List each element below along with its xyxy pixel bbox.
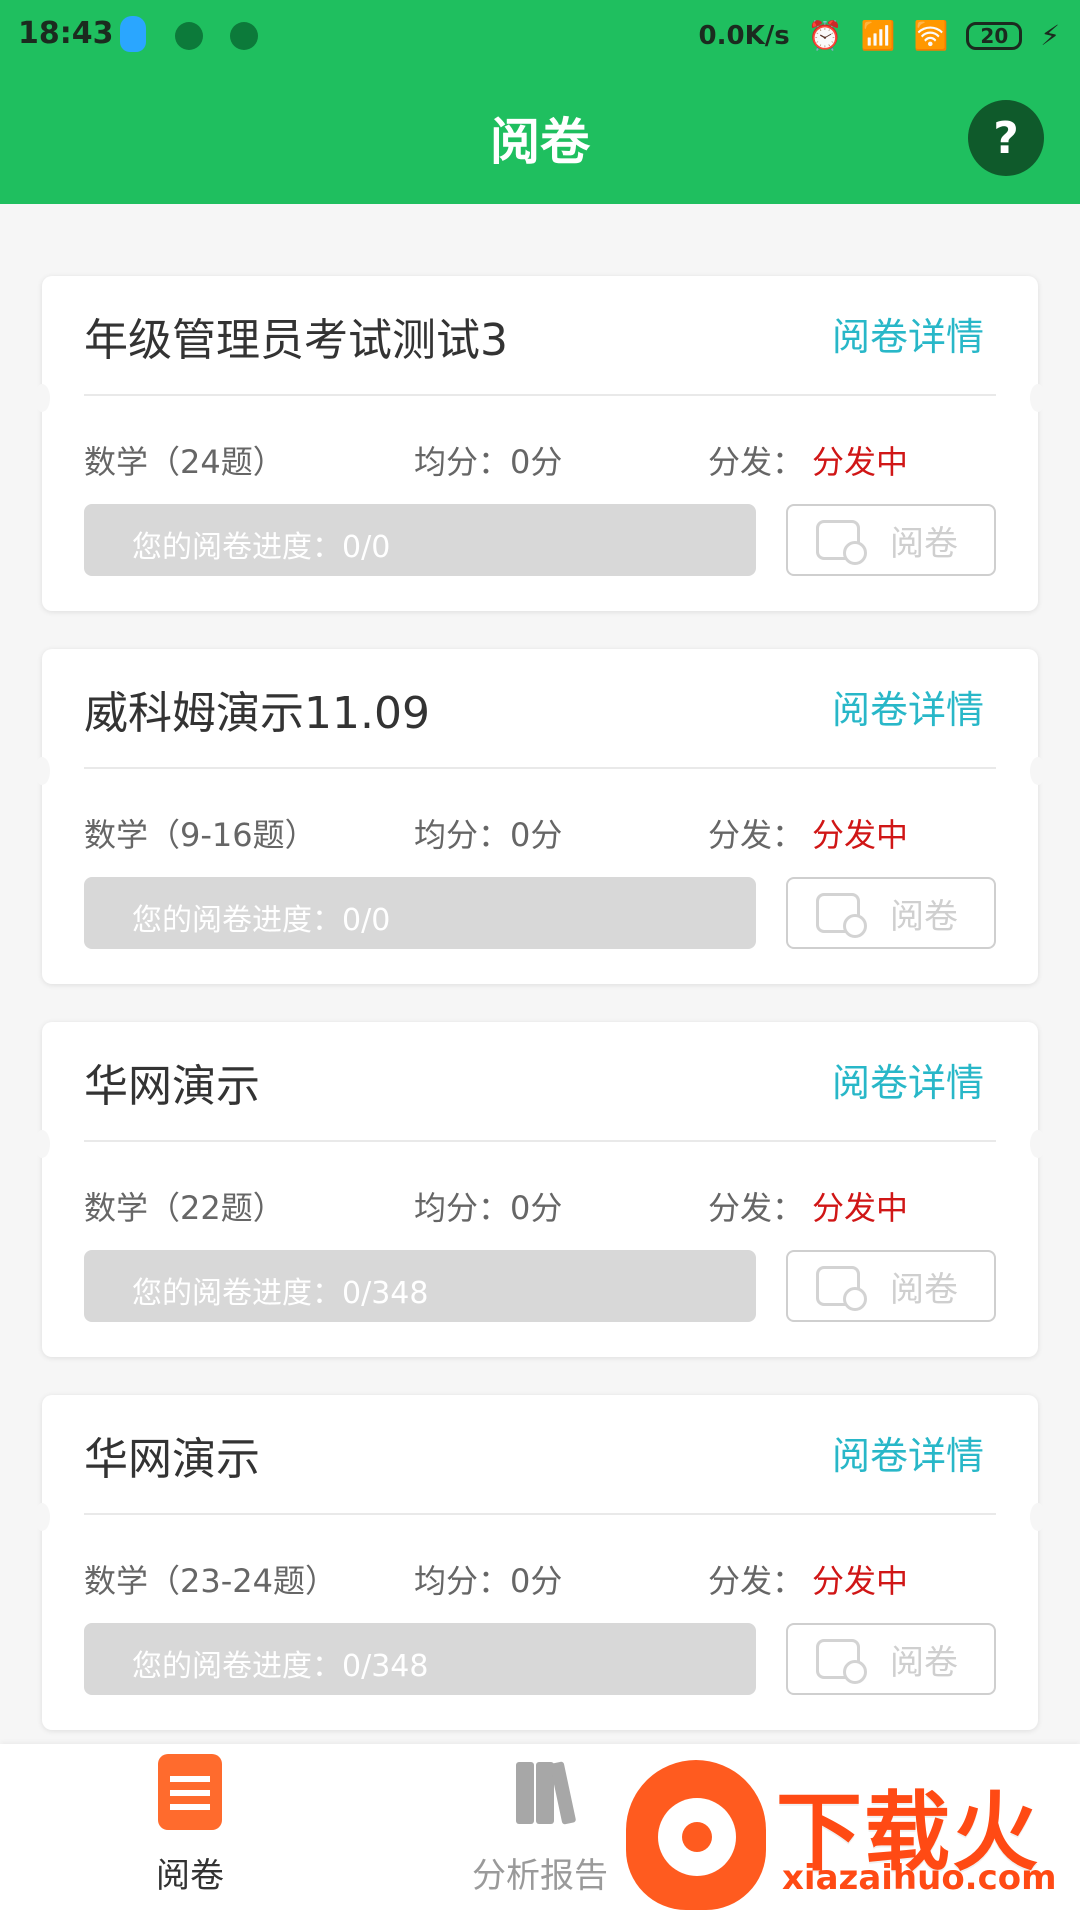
card-notch-right	[1030, 1130, 1046, 1158]
card-notch-left	[34, 1130, 50, 1158]
exam-detail-link[interactable]: 阅卷详情	[832, 1425, 984, 1480]
card-divider	[84, 394, 996, 396]
battery-icon: 20	[966, 22, 1023, 50]
exam-average: 均分：0分	[414, 1189, 563, 1227]
grade-button[interactable]: 阅卷	[786, 504, 996, 576]
exam-card: 威科姆演示11.09 阅卷详情 数学（9-16题） 均分：0分 分发： 分发中 …	[34, 649, 1046, 984]
exam-title: 华网演示	[84, 1061, 260, 1112]
distribution-label: 分发：	[708, 443, 805, 481]
grading-progress-bar: 您的阅卷进度：0/348	[84, 1250, 756, 1322]
signal-icon: 📶	[860, 19, 896, 52]
page-title: 阅卷	[490, 113, 590, 171]
exam-card: 华网演示 阅卷详情 数学（22题） 均分：0分 分发： 分发中 您的阅卷进度：0…	[34, 1022, 1046, 1357]
grading-progress-text: 您的阅卷进度：0/0	[132, 903, 391, 938]
exam-detail-link[interactable]: 阅卷详情	[832, 1052, 984, 1107]
wifi-icon: 🛜	[913, 19, 949, 52]
grade-icon	[816, 1639, 867, 1684]
exam-subject: 数学（24题）	[84, 443, 285, 481]
network-speed: 0.0K/s	[698, 21, 790, 51]
status-bar: 18:43 0.0K/s ⏰ 📶 🛜 20 ⚡	[0, 0, 1080, 72]
exam-meta-row: 数学（9-16题） 均分：0分 分发： 分发中	[84, 809, 996, 857]
qq-icon	[120, 16, 146, 52]
grading-progress-bar: 您的阅卷进度：0/0	[84, 877, 756, 949]
app-bar: 阅卷 ?	[0, 72, 1080, 204]
notification-dot-icon	[175, 22, 203, 50]
exam-subject: 数学（9-16题）	[84, 816, 317, 854]
exam-meta-row: 数学（22题） 均分：0分 分发： 分发中	[84, 1182, 996, 1230]
help-button[interactable]: ?	[968, 100, 1044, 176]
status-time: 18:43	[18, 16, 114, 51]
distribution-label: 分发：	[708, 816, 805, 854]
grade-button-label: 阅卷	[890, 1642, 958, 1683]
help-label: ?	[993, 112, 1019, 164]
nav-label-grading: 阅卷	[156, 1856, 224, 1896]
charging-icon: ⚡	[1040, 19, 1060, 52]
grade-icon	[816, 893, 867, 938]
distribution-label: 分发：	[708, 1562, 805, 1600]
exam-meta-row: 数学（24题） 均分：0分 分发： 分发中	[84, 436, 996, 484]
card-divider	[84, 1513, 996, 1515]
grading-progress-text: 您的阅卷进度：0/0	[132, 530, 391, 565]
watermark-url: xiazaihuo.com	[782, 1858, 1057, 1898]
exam-title: 华网演示	[84, 1434, 260, 1485]
grade-button-label: 阅卷	[890, 1269, 958, 1310]
exam-subject: 数学（22题）	[84, 1189, 285, 1227]
grade-icon	[816, 520, 867, 565]
exam-detail-link[interactable]: 阅卷详情	[832, 306, 984, 361]
exam-title: 威科姆演示11.09	[84, 688, 430, 739]
exam-average: 均分：0分	[414, 816, 563, 854]
grade-button-label: 阅卷	[890, 523, 958, 564]
exam-card: 华网演示 阅卷详情 数学（23-24题） 均分：0分 分发： 分发中 您的阅卷进…	[34, 1395, 1046, 1730]
exam-paper-icon	[158, 1754, 222, 1830]
card-divider	[84, 1140, 996, 1142]
grade-button[interactable]: 阅卷	[786, 1623, 996, 1695]
grade-icon	[816, 1266, 867, 1311]
distribution-status: 分发中	[812, 816, 909, 854]
exam-meta-row: 数学（23-24题） 均分：0分 分发： 分发中	[84, 1555, 996, 1603]
card-notch-right	[1030, 384, 1046, 412]
exam-average: 均分：0分	[414, 443, 563, 481]
card-notch-left	[34, 1503, 50, 1531]
exam-list: 年级管理员考试测试3 阅卷详情 数学（24题） 均分：0分 分发： 分发中 您的…	[34, 276, 1046, 1768]
battery-level: 20	[980, 24, 1009, 48]
card-divider	[84, 767, 996, 769]
nav-item-grading[interactable]: 阅卷	[60, 1754, 320, 1897]
watermark-flame-icon	[626, 1760, 766, 1910]
exam-title: 年级管理员考试测试3	[84, 315, 508, 366]
distribution-status: 分发中	[812, 1189, 909, 1227]
report-books-icon	[510, 1754, 577, 1830]
grade-button-label: 阅卷	[890, 896, 958, 937]
grade-button[interactable]: 阅卷	[786, 877, 996, 949]
grading-progress-text: 您的阅卷进度：0/348	[132, 1649, 429, 1684]
distribution-status: 分发中	[812, 1562, 909, 1600]
exam-detail-link[interactable]: 阅卷详情	[832, 679, 984, 734]
grade-button[interactable]: 阅卷	[786, 1250, 996, 1322]
notification-dot-icon	[230, 22, 258, 50]
watermark: 下载火 xiazaihuo.com	[626, 1740, 1066, 1910]
exam-average: 均分：0分	[414, 1562, 563, 1600]
status-right: 0.0K/s ⏰ 📶 🛜 20 ⚡	[699, 14, 1060, 58]
distribution-status: 分发中	[812, 443, 909, 481]
bottom-navigation: 阅卷 分析报告 下载火 xiazaihuo.com	[0, 1744, 1080, 1920]
exam-card: 年级管理员考试测试3 阅卷详情 数学（24题） 均分：0分 分发： 分发中 您的…	[34, 276, 1046, 611]
grading-progress-text: 您的阅卷进度：0/348	[132, 1276, 429, 1311]
card-notch-right	[1030, 757, 1046, 785]
card-notch-left	[34, 384, 50, 412]
alarm-icon: ⏰	[807, 19, 843, 52]
card-notch-left	[34, 757, 50, 785]
grading-progress-bar: 您的阅卷进度：0/0	[84, 504, 756, 576]
card-notch-right	[1030, 1503, 1046, 1531]
distribution-label: 分发：	[708, 1189, 805, 1227]
grading-progress-bar: 您的阅卷进度：0/348	[84, 1623, 756, 1695]
exam-subject: 数学（23-24题）	[84, 1562, 337, 1600]
